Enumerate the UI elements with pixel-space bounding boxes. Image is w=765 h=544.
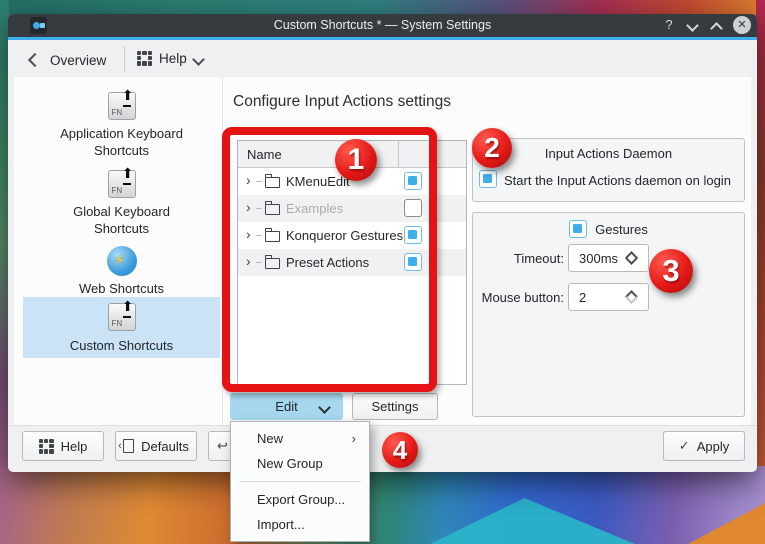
help-button[interactable]: Help (22, 431, 104, 461)
document-revert-icon (123, 439, 134, 453)
undo-icon: ↩ (217, 438, 228, 454)
gestures-checkbox[interactable] (569, 220, 587, 238)
sidebar-item-global-keyboard-shortcuts[interactable]: FN ⬆ Global Keyboard Shortcuts (23, 170, 220, 237)
toolbar-separator (124, 46, 125, 72)
chevron-down-icon (192, 53, 205, 66)
sidebar-item-label: Global Keyboard Shortcuts (23, 203, 220, 237)
sidebar-item-label: Custom Shortcuts (23, 337, 220, 354)
defaults-button[interactable]: Defaults (115, 431, 197, 461)
fn-key-text: FN (112, 186, 123, 195)
timeout-spinbox[interactable]: 300ms (568, 244, 649, 272)
close-button[interactable]: ✕ (733, 16, 751, 34)
edit-dropdown-menu: New › New Group Export Group... Import..… (230, 421, 370, 542)
up-arrow-icon: ⬆ (122, 87, 134, 104)
settings-button[interactable]: Settings (352, 393, 438, 420)
annotation-circle-4: 4 (382, 432, 418, 468)
overview-label: Overview (50, 53, 106, 68)
gestures-title: Gestures (595, 222, 648, 237)
titlebar-help-button[interactable]: ? (660, 16, 678, 34)
footer-separator (8, 425, 757, 426)
globe-bolt-icon: ⚡ (107, 246, 137, 276)
chevron-down-icon (686, 19, 699, 32)
toolbar-help-button[interactable]: Help (137, 48, 207, 68)
fn-key-text: FN (112, 108, 123, 117)
apply-button[interactable]: ✓ Apply (663, 431, 745, 461)
chevron-down-icon (318, 401, 331, 414)
edit-menu-button[interactable]: Edit (230, 393, 343, 420)
menu-separator (239, 481, 361, 482)
fn-key-icon: FN ⬆ (108, 92, 136, 120)
sidebar-item-application-keyboard-shortcuts[interactable]: FN ⬆ Application Keyboard Shortcuts (23, 92, 220, 159)
daemon-checkbox[interactable] (479, 170, 497, 188)
fn-key-icon: FN ⬆ (108, 170, 136, 198)
submenu-arrow-icon: › (352, 426, 356, 451)
menu-item-import[interactable]: Import... (231, 512, 369, 537)
menu-item-new-group[interactable]: New Group (231, 451, 369, 476)
group-title: Input Actions Daemon (473, 146, 744, 161)
kde-help-icon (137, 51, 152, 66)
menu-item-export-group[interactable]: Export Group... (231, 487, 369, 512)
timeout-label: Timeout: (473, 251, 564, 266)
annotation-circle-2: 2 (472, 128, 512, 168)
input-actions-daemon-group: Input Actions Daemon Start the Input Act… (472, 138, 745, 202)
lightning-icon: ⚡ (115, 252, 125, 269)
annotation-circle-1: 1 (335, 139, 377, 181)
up-arrow-icon: ⬆ (122, 298, 134, 315)
wallpaper-right-strip (756, 0, 765, 544)
gestures-group: Gestures Timeout: 300ms Mouse button: 2 (472, 212, 745, 417)
apply-label: Apply (697, 439, 730, 454)
daemon-checkbox-label[interactable]: Start the Input Actions daemon on login (504, 173, 731, 188)
toolbar-help-label: Help (159, 51, 187, 66)
checkbox-mark (483, 174, 492, 183)
back-chevron-icon (28, 53, 42, 67)
fn-key-text: FN (112, 319, 123, 328)
checkbox-mark (573, 224, 582, 233)
edit-label: Edit (275, 399, 297, 414)
defaults-label: Defaults (141, 439, 189, 454)
timeout-value: 300ms (579, 251, 618, 266)
menu-item-label: New Group (257, 456, 323, 471)
annotation-rectangle (222, 127, 437, 392)
mouse-button-value: 2 (579, 290, 586, 305)
toolbar (8, 40, 757, 77)
sidebar-item-custom-shortcuts[interactable]: FN ⬆ Custom Shortcuts (23, 303, 220, 354)
chevron-up-icon (710, 22, 723, 35)
help-label: Help (61, 439, 88, 454)
sidebar-item-web-shortcuts[interactable]: ⚡ Web Shortcuts (23, 246, 220, 297)
sidebar-item-label: Application Keyboard Shortcuts (23, 125, 220, 159)
arrow-underline (123, 183, 131, 185)
check-icon: ✓ (679, 438, 690, 454)
arrow-underline (123, 316, 131, 318)
maximize-button[interactable] (712, 24, 721, 33)
window-title: Custom Shortcuts * — System Settings (8, 18, 757, 32)
shade-button[interactable] (688, 21, 697, 30)
overview-button[interactable]: Overview (30, 50, 108, 70)
up-arrow-icon: ⬆ (122, 165, 134, 182)
annotation-circle-3: 3 (649, 249, 693, 293)
fn-key-icon: FN ⬆ (108, 303, 136, 331)
page-title: Configure Input Actions settings (233, 93, 451, 111)
sidebar-item-label: Web Shortcuts (23, 280, 220, 297)
menu-item-label: Export Group... (257, 492, 345, 507)
mouse-button-spinbox[interactable]: 2 (568, 283, 649, 311)
menu-item-new[interactable]: New › (231, 426, 369, 451)
settings-label: Settings (372, 399, 419, 414)
menu-item-label: Import... (257, 517, 305, 532)
arrow-underline (123, 105, 131, 107)
kde-help-icon (39, 439, 54, 454)
menu-item-label: New (257, 431, 283, 446)
wallpaper-bottom-strip (0, 466, 765, 544)
mouse-button-label: Mouse button: (473, 290, 564, 305)
